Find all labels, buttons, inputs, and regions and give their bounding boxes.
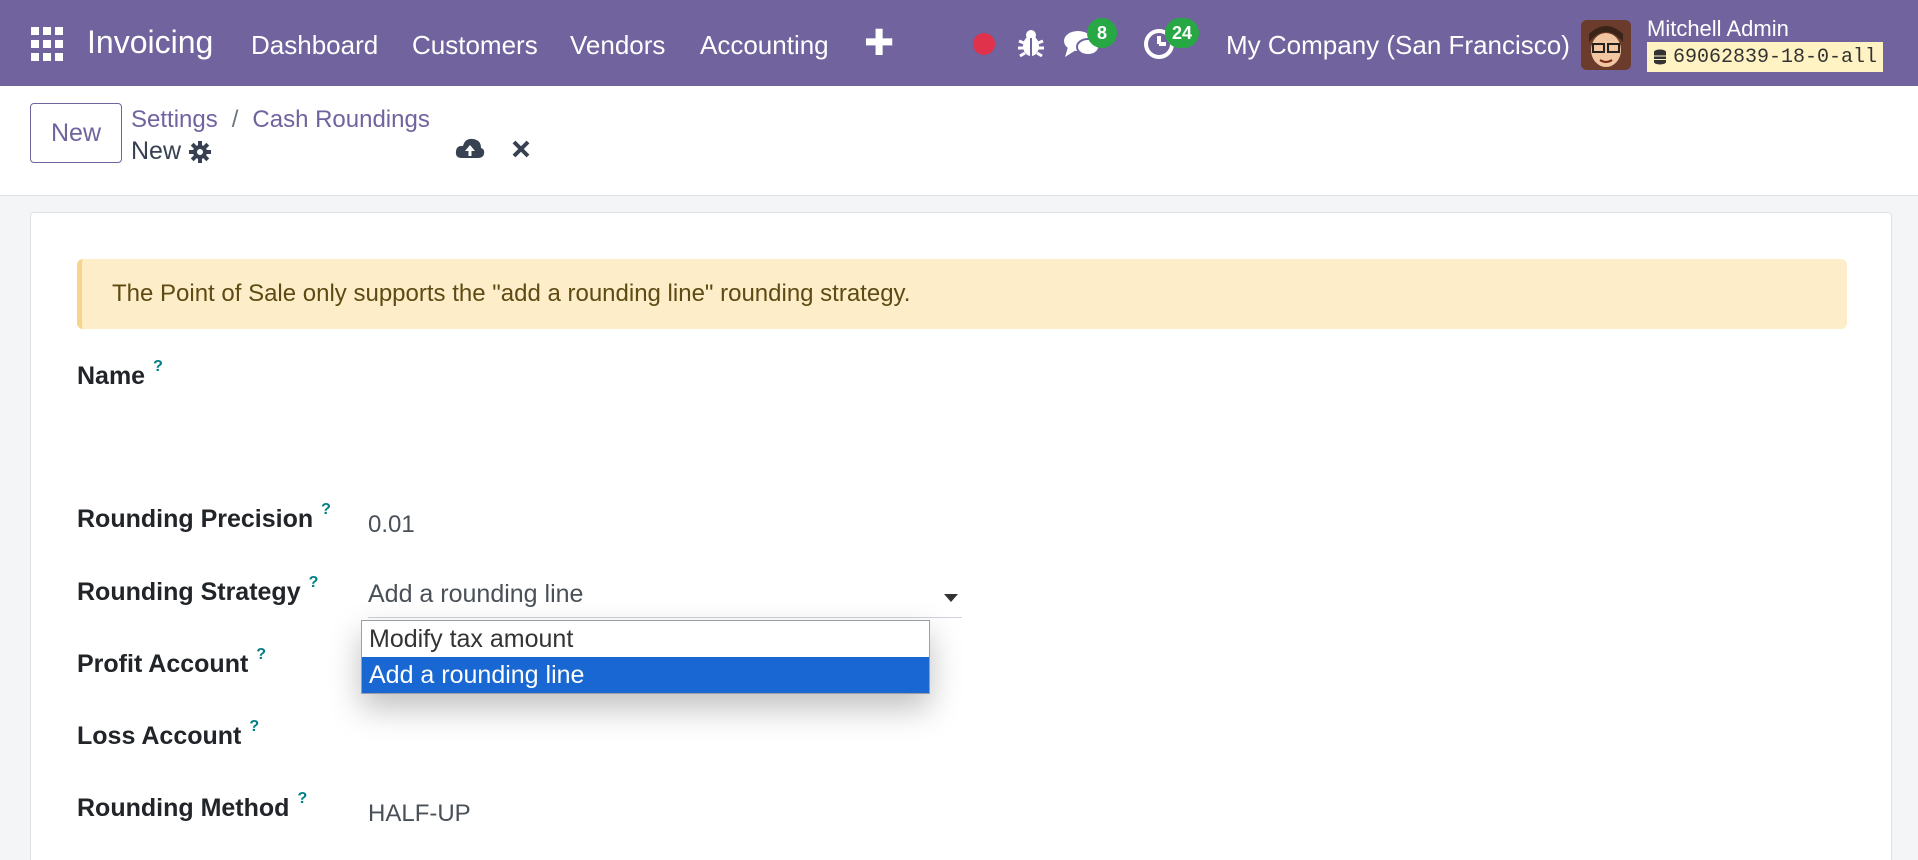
name-label-text: Name: [77, 362, 146, 390]
breadcrumb-separator: /: [231, 106, 239, 133]
database-name: 69062839-18-0-all: [1673, 45, 1878, 69]
database-tag: 69062839-18-0-all: [1647, 42, 1884, 72]
top-navbar: Invoicing Dashboard Customers Vendors Ac…: [0, 0, 1918, 86]
control-panel: New Settings / Cash Roundings New: [0, 86, 1918, 196]
chevron-down-icon: [944, 594, 958, 602]
name-label: Name ?: [77, 358, 163, 391]
user-avatar[interactable]: [1581, 20, 1631, 70]
gear-icon[interactable]: [189, 140, 212, 163]
profit-account-help-icon[interactable]: ?: [256, 646, 266, 664]
option-modify-tax-amount[interactable]: Modify tax amount: [362, 621, 929, 657]
record-icon[interactable]: [973, 33, 995, 55]
rounding-precision-input[interactable]: 0.01: [368, 511, 415, 539]
loss-account-label: Loss Account ?: [77, 718, 259, 751]
rounding-precision-label: Rounding Precision ?: [77, 501, 331, 534]
bug-icon[interactable]: [1017, 27, 1045, 59]
pos-warning-alert: The Point of Sale only supports the "add…: [77, 259, 1847, 329]
name-help-icon[interactable]: ?: [153, 358, 163, 376]
discard-close-icon[interactable]: [510, 138, 532, 160]
apps-menu-icon[interactable]: [31, 27, 65, 61]
rounding-strategy-value: Add a rounding line: [368, 580, 584, 608]
breadcrumb-cash-roundings[interactable]: Cash Roundings: [252, 106, 429, 134]
user-name[interactable]: Mitchell Admin: [1647, 16, 1789, 42]
save-cloud-icon[interactable]: [455, 136, 485, 162]
breadcrumb-settings[interactable]: Settings: [131, 106, 218, 134]
rounding-strategy-help-icon[interactable]: ?: [309, 574, 319, 592]
record-title: New: [131, 137, 212, 166]
menu-customers[interactable]: Customers: [412, 30, 538, 61]
menu-vendors[interactable]: Vendors: [570, 30, 665, 61]
rounding-strategy-label: Rounding Strategy ?: [77, 574, 318, 607]
option-add-rounding-line[interactable]: Add a rounding line: [362, 657, 929, 693]
app-name[interactable]: Invoicing: [87, 24, 213, 61]
plus-icon[interactable]: ✚: [864, 22, 894, 64]
rounding-method-label: Rounding Method ?: [77, 790, 307, 823]
rounding-strategy-dropdown: Modify tax amount Add a rounding line: [361, 620, 930, 694]
rounding-method-help-icon[interactable]: ?: [297, 790, 307, 808]
database-icon: [1654, 49, 1666, 65]
menu-dashboard[interactable]: Dashboard: [251, 30, 378, 61]
company-switcher[interactable]: My Company (San Francisco): [1226, 30, 1570, 61]
rounding-precision-label-text: Rounding Precision: [77, 505, 314, 533]
profit-account-label: Profit Account ?: [77, 646, 266, 679]
rounding-method-select[interactable]: HALF-UP: [368, 800, 471, 828]
breadcrumb: Settings / Cash Roundings: [131, 106, 430, 134]
record-title-text: New: [131, 137, 182, 165]
rounding-strategy-select[interactable]: Add a rounding line: [368, 580, 962, 618]
rounding-strategy-label-text: Rounding Strategy: [77, 578, 301, 606]
rounding-method-label-text: Rounding Method: [77, 794, 290, 822]
loss-account-label-text: Loss Account: [77, 722, 242, 750]
activities-count-badge: 24: [1165, 18, 1200, 48]
messages-count-badge: 8: [1087, 18, 1117, 48]
rounding-precision-help-icon[interactable]: ?: [321, 501, 331, 519]
form-sheet: The Point of Sale only supports the "add…: [30, 212, 1892, 860]
menu-accounting[interactable]: Accounting: [700, 30, 829, 61]
loss-account-help-icon[interactable]: ?: [249, 718, 259, 736]
profit-account-label-text: Profit Account: [77, 650, 249, 678]
new-button[interactable]: New: [30, 103, 122, 163]
